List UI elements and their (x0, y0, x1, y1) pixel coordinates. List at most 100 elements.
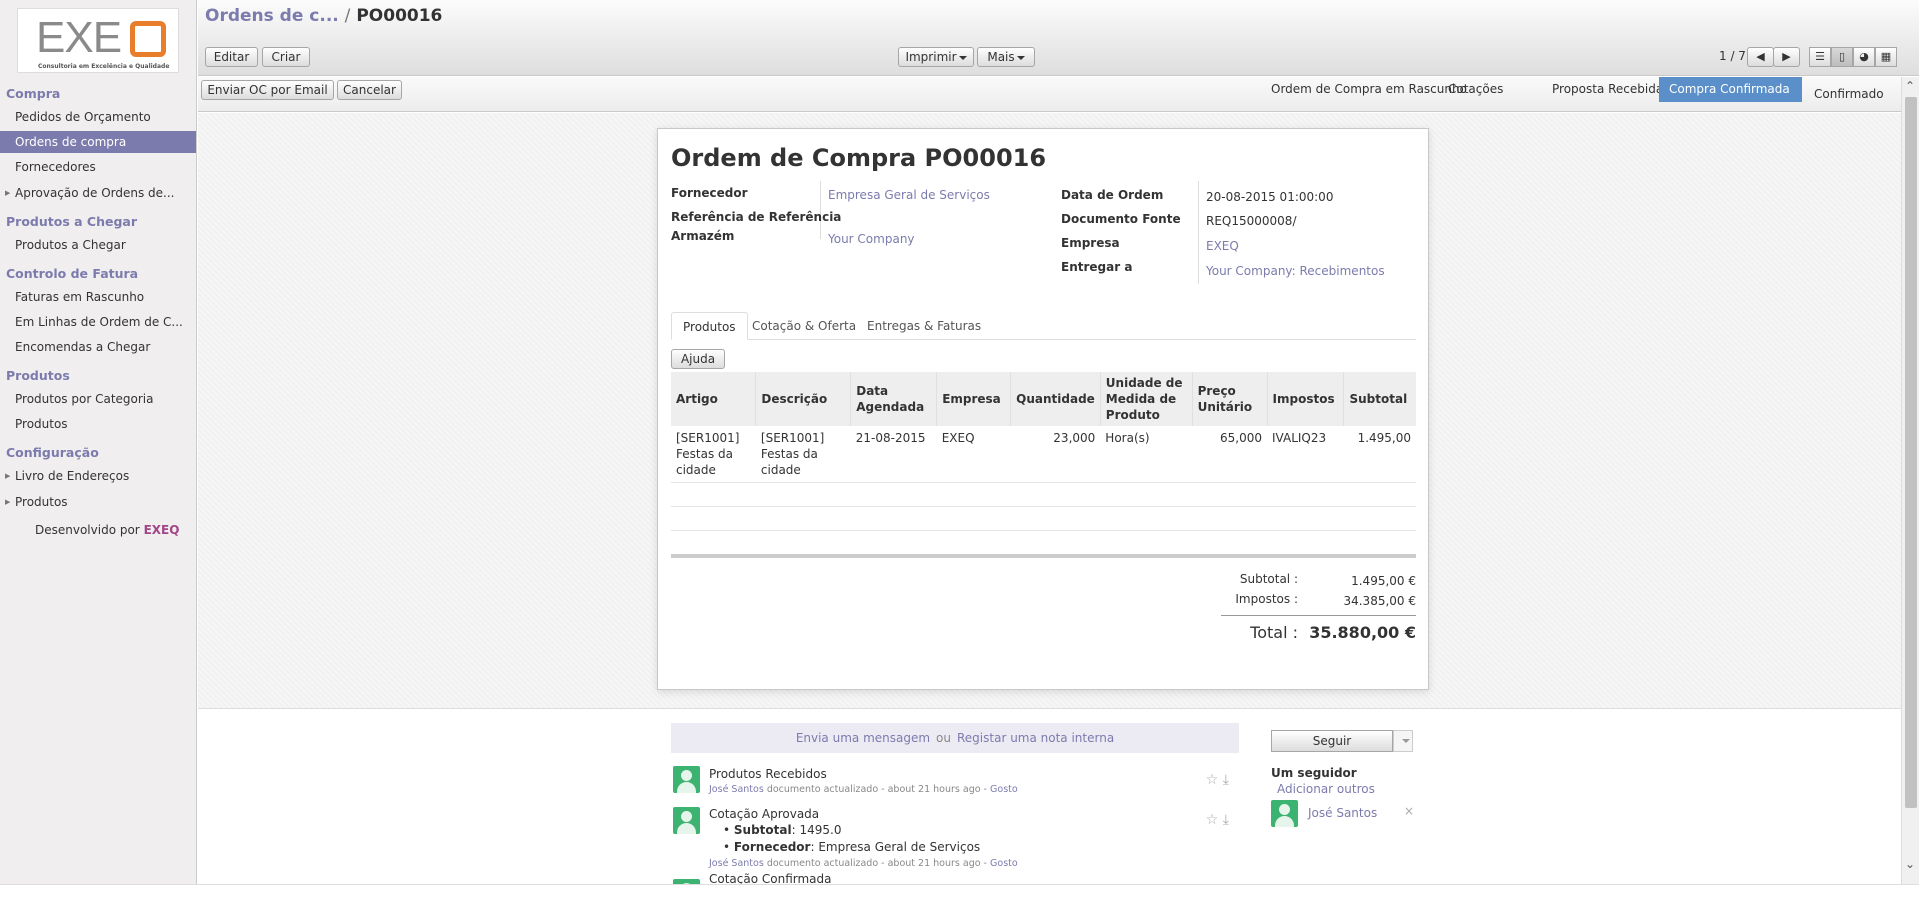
avatar[interactable] (673, 766, 700, 793)
sidebar-item-encomendas-chegar[interactable]: Encomendas a Chegar (0, 336, 196, 358)
add-followers-link[interactable]: Adicionar outros (1277, 782, 1375, 796)
subtotal-value: 1.495,00 € (1351, 574, 1416, 588)
scroll-down-icon[interactable]: ⌄ (1905, 857, 1915, 871)
download-icon[interactable]: ⤓ (1223, 812, 1229, 828)
sidebar-item-livro-enderecos[interactable]: ▶ Livro de Endereços (0, 465, 196, 487)
message-author[interactable]: José Santos (709, 858, 764, 869)
avatar[interactable] (673, 807, 700, 834)
sidebar-item-aprovacao-ordens[interactable]: ▶ Aprovação de Ordens de... (0, 182, 196, 204)
edit-button[interactable]: Editar (205, 47, 258, 67)
sidebar-item-faturas-rascunho[interactable]: Faturas em Rascunho (0, 286, 196, 308)
form-sheet: Ordem de Compra PO00016 Fornecedor Empre… (657, 128, 1429, 690)
star-icon[interactable]: ☆ (1206, 772, 1219, 788)
expand-arrow-icon[interactable]: ▶ (5, 465, 10, 487)
send-message-link[interactable]: Envia uma mensagem (796, 731, 930, 745)
star-icon[interactable]: ☆ (1206, 812, 1219, 828)
print-dropdown[interactable]: Imprimir (898, 47, 974, 67)
followers-count: Um seguidor (1271, 766, 1357, 780)
powered-by-brand[interactable]: EXEQ (144, 523, 180, 537)
calendar-icon: ▦ (1880, 50, 1892, 63)
column-artigo[interactable]: Artigo (671, 372, 756, 426)
sidebar-item-produtos-chegar[interactable]: Produtos a Chegar (0, 234, 196, 256)
tab-entregas-faturas[interactable]: Entregas & Faturas (856, 312, 992, 340)
empresa-field[interactable]: EXEQ (1206, 239, 1239, 253)
column-unidade-medida[interactable]: Unidade de Medida de Produto (1099, 372, 1193, 426)
message-actions: ☆ ⤓ (1206, 772, 1229, 788)
powered-by-prefix: Desenvolvido por (35, 523, 140, 537)
entregar-field[interactable]: Your Company: Recebimentos (1206, 264, 1385, 278)
tab-produtos[interactable]: Produtos (671, 312, 748, 340)
chatter: Envia uma mensagem ou Registar uma nota in… (198, 708, 1901, 885)
sidebar-item-label: Produtos (15, 495, 68, 509)
tab-cotacao-oferta[interactable]: Cotação & Oferta (741, 312, 867, 340)
follower-avatar[interactable] (1271, 800, 1298, 827)
sidebar-item-produtos-categoria[interactable]: Produtos por Categoria (0, 388, 196, 410)
column-preco-unitario[interactable]: Preço Unitário (1191, 372, 1268, 426)
entregar-label: Entregar a (1061, 260, 1133, 274)
next-record-button[interactable]: ▶ (1773, 47, 1800, 67)
sidebar-item-produtos[interactable]: Produtos (0, 413, 196, 435)
help-button[interactable]: Ajuda (671, 349, 725, 369)
sidebar: EXE Consultoria em Excelência e Qualidad… (0, 0, 197, 884)
cancel-button[interactable]: Cancelar (337, 80, 402, 100)
data-ordem-field[interactable]: 20-08-2015 01:00:00 (1206, 190, 1333, 204)
sidebar-item-ordens-compra[interactable]: Ordens de compra (0, 131, 196, 153)
powered-by: Desenvolvido por EXEQ (35, 523, 179, 537)
bullet-value: : 1495.0 (791, 823, 842, 837)
cell-descricao: [SER1001] Festas da cidade (760, 431, 825, 477)
follow-dropdown[interactable] (1393, 730, 1413, 752)
fornecedor-field[interactable]: Empresa Geral de Serviços (828, 188, 990, 202)
cell-impostos: IVALIQ23 (1272, 431, 1327, 445)
calendar-view-button[interactable]: ▦ (1875, 47, 1897, 67)
form-view-button[interactable]: ▯ (1831, 47, 1853, 67)
cell-data-agendada: 21-08-2015 (855, 431, 926, 445)
column-data-agendada[interactable]: Data Agendada (850, 372, 937, 426)
company-logo[interactable]: EXE Consultoria em Excelência e Qualidad… (17, 8, 179, 73)
expand-arrow-icon[interactable]: ▶ (5, 491, 10, 513)
like-link[interactable]: Gosto (990, 858, 1018, 869)
message-composer: Envia uma mensagem ou Registar uma nota in… (671, 723, 1239, 753)
stage-cotacoes[interactable]: Cotações (1438, 77, 1513, 102)
table-row[interactable]: [SER1001] Festas da cidade [SER1001] Fes… (671, 426, 1416, 482)
message-title: Produtos Recebidos (709, 767, 827, 781)
armazem-field[interactable]: Your Company (828, 232, 915, 246)
message-bullet: • Fornecedor: Empresa Geral de Serviços (723, 840, 981, 854)
caret-down-icon (1016, 55, 1025, 60)
follow-button[interactable]: Seguir (1271, 730, 1393, 752)
sidebar-item-fornecedores[interactable]: Fornecedores (0, 156, 196, 178)
log-note-link[interactable]: Registar uma nota interna (957, 731, 1114, 745)
column-subtotal[interactable]: Subtotal (1343, 372, 1416, 426)
create-button[interactable]: Criar (262, 47, 310, 67)
list-view-button[interactable]: ☰ (1809, 47, 1831, 67)
message-author[interactable]: José Santos (709, 784, 764, 795)
scrollbar[interactable]: ⌃ ⌄ (1901, 77, 1919, 884)
column-impostos[interactable]: Impostos (1266, 372, 1344, 426)
graph-view-button[interactable]: ◕ (1853, 47, 1875, 67)
download-icon[interactable]: ⤓ (1223, 772, 1229, 788)
documento-fonte-field[interactable]: REQ15000008/ (1206, 214, 1297, 228)
breadcrumb-parent[interactable]: Ordens de c... (205, 6, 339, 26)
cell-quantidade: 23,000 (1053, 431, 1096, 445)
column-empresa[interactable]: Empresa (936, 372, 1011, 426)
message-actions: ☆ ⤓ (1206, 812, 1229, 828)
like-link[interactable]: Gosto (990, 784, 1018, 795)
expand-arrow-icon[interactable]: ▶ (5, 182, 10, 204)
sidebar-item-linhas-ordem[interactable]: Em Linhas de Ordem de C... (0, 311, 196, 333)
bullet-value: : Empresa Geral de Serviços (810, 840, 981, 854)
more-dropdown[interactable]: Mais (977, 47, 1035, 67)
sidebar-item-pedidos-orcamento[interactable]: Pedidos de Orçamento (0, 106, 196, 128)
taxes-value: 34.385,00 € (1343, 594, 1416, 608)
follower-name[interactable]: José Santos (1308, 806, 1377, 820)
scrollbar-thumb[interactable] (1905, 97, 1917, 808)
stage-confirmado[interactable]: Confirmado (1804, 82, 1894, 107)
remove-follower-icon[interactable]: × (1404, 804, 1414, 818)
stage-proposta-recebida[interactable]: Proposta Recebida (1542, 77, 1673, 102)
sidebar-item-config-produtos[interactable]: ▶ Produtos (0, 491, 196, 513)
previous-record-button[interactable]: ◀ (1747, 47, 1774, 67)
scroll-up-icon[interactable]: ⌃ (1905, 79, 1915, 93)
column-descricao[interactable]: Descrição (755, 372, 851, 426)
stage-compra-confirmada[interactable]: Compra Confirmada (1659, 77, 1802, 102)
send-po-email-button[interactable]: Enviar OC por Email (201, 80, 334, 100)
bullet-key: Subtotal (733, 823, 792, 837)
column-quantidade[interactable]: Quantidade (1010, 372, 1101, 426)
